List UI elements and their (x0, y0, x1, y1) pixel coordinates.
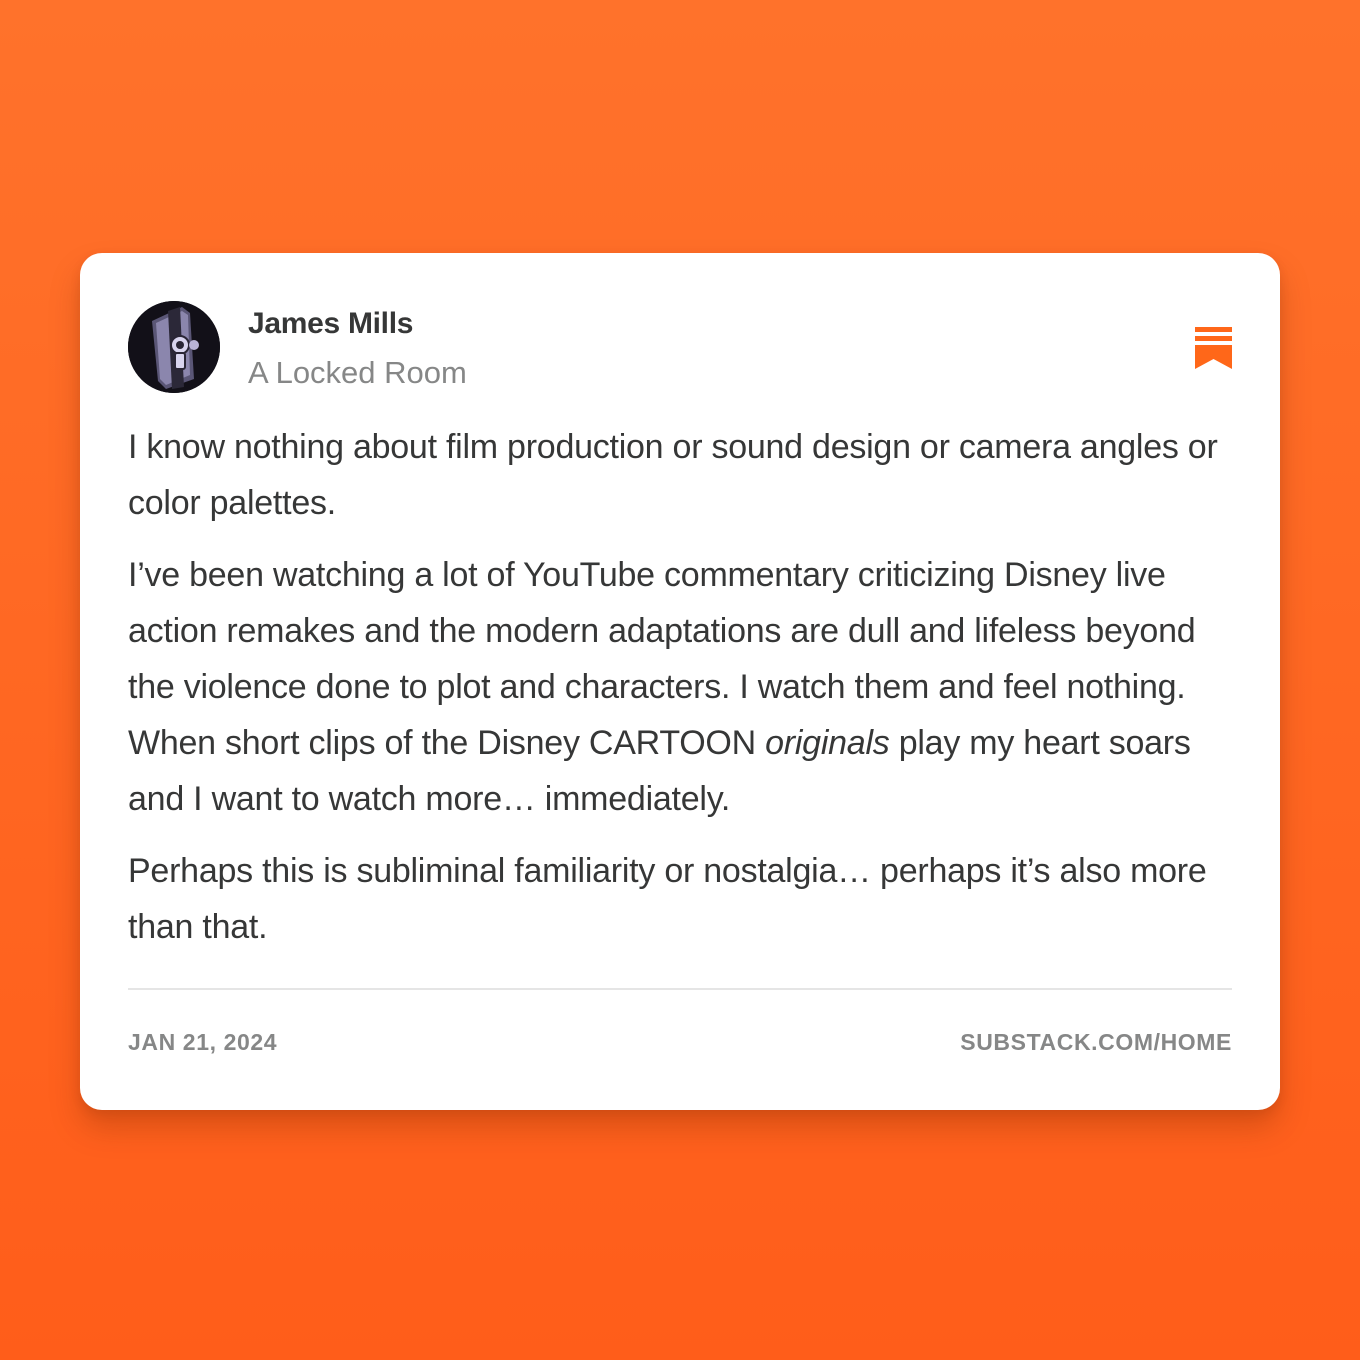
publication-name[interactable]: A Locked Room (248, 355, 467, 391)
avatar[interactable] (128, 301, 220, 393)
note-card: James Mills A Locked Room I know nothing… (80, 253, 1280, 1110)
divider (128, 988, 1232, 990)
post-paragraph: I know nothing about film production or … (128, 428, 1218, 522)
post-paragraph: Perhaps this is subliminal familiarity o… (128, 852, 1207, 946)
post-paragraph: I’ve been watching a lot of YouTube comm… (128, 547, 1238, 827)
author-name[interactable]: James Mills (248, 307, 413, 341)
post-date: JAN 21, 2024 (128, 1029, 278, 1055)
post-body: I know nothing about film production or … (128, 419, 1238, 971)
locked-door-keyhole-icon (128, 301, 220, 393)
substack-home-link[interactable]: SUBSTACK.COM/HOME (960, 1029, 1232, 1056)
post-emphasis: originals (765, 724, 890, 762)
substack-logo-icon[interactable] (1195, 327, 1232, 369)
